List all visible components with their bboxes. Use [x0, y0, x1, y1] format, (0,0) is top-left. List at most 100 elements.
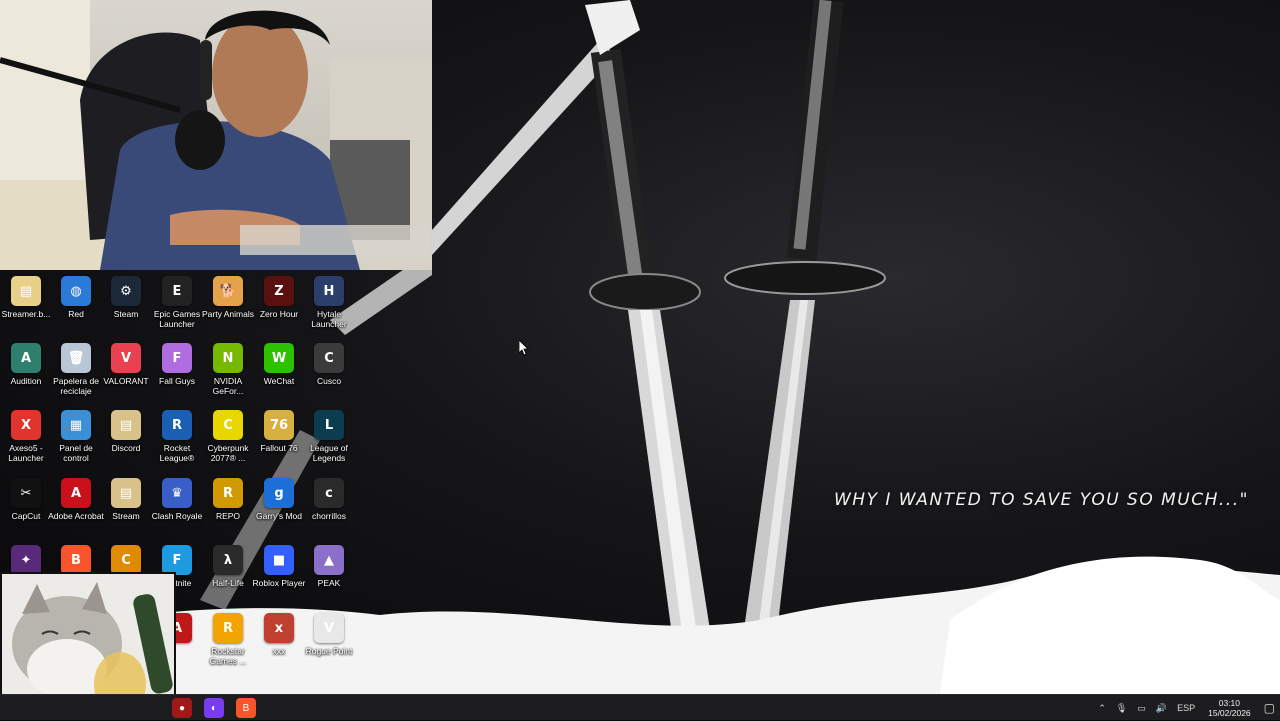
- chevron-up-icon[interactable]: ⌃: [1098, 703, 1106, 714]
- desktop-icon-label: Cyberpunk 2077® ...: [207, 443, 249, 463]
- app-icon: W: [264, 343, 294, 373]
- app-icon: V: [111, 343, 141, 373]
- taskbar: ● ◐ B ⌃ 🎙 ▭ 🔊 ESP 03:10 15/02/2026 ▢: [0, 694, 1280, 720]
- desktop-icon[interactable]: F Fall Guys: [151, 339, 203, 386]
- desktop-icon[interactable]: 🐕 Party Animals: [202, 272, 254, 319]
- app-icon: ✂: [11, 478, 41, 508]
- desktop-icon[interactable]: A Audition: [0, 339, 52, 386]
- app-icon: ◍: [61, 276, 91, 306]
- desktop-icon-label: xxx: [272, 646, 286, 656]
- desktop-icon[interactable]: 🗑 Papelera de reciclaje: [50, 339, 102, 396]
- desktop-icon-label: Adobe Acrobat: [48, 511, 104, 521]
- desktop-icon-label: Audition: [10, 376, 42, 386]
- app-icon: ■: [264, 545, 294, 575]
- app-icon: R: [213, 613, 243, 643]
- wallpaper-quote: WHY I WANTED TO SAVE YOU SO MUCH...": [834, 490, 1249, 510]
- desktop-icon-label: Stream: [112, 511, 140, 521]
- desktop-icon-label: Epic Games Launcher: [153, 309, 201, 329]
- desktop-icon[interactable]: V Rogue Point: [303, 609, 355, 656]
- app-icon: 76: [264, 410, 294, 440]
- app-icon: ▦: [61, 410, 91, 440]
- app-icon: λ: [213, 545, 243, 575]
- desktop-icon[interactable]: A Adobe Acrobat: [48, 474, 104, 521]
- desktop-icon-label: Clash Royale: [151, 511, 203, 521]
- app-icon: ⚙: [111, 276, 141, 306]
- desktop-icon[interactable]: ▤ Streamer.b...: [0, 272, 52, 319]
- desktop-icon[interactable]: ▤ Discord: [100, 406, 152, 453]
- desktop-icon[interactable]: R Rockstar Games ...: [202, 609, 254, 666]
- desktop-icon[interactable]: ♛ Clash Royale: [151, 474, 203, 521]
- desktop-icon-label: Half-Life: [212, 578, 244, 588]
- volume-icon[interactable]: 🔊: [1156, 703, 1167, 714]
- clock-date: 15/02/2026: [1208, 708, 1251, 718]
- app-icon: H: [314, 276, 344, 306]
- mouse-cursor-icon: [519, 340, 529, 356]
- notifications-icon[interactable]: ▢: [1264, 701, 1275, 715]
- desktop-icon[interactable]: 76 Fallout 76: [253, 406, 305, 453]
- desktop-icon-label: VALORANT: [103, 376, 149, 386]
- desktop-icon-label: Panel de control: [59, 443, 93, 463]
- app-icon: 🐕: [213, 276, 243, 306]
- app-icon: L: [314, 410, 344, 440]
- app-icon: R: [213, 478, 243, 508]
- desktop-icon-label: Red: [68, 309, 84, 319]
- desktop-icon-label: WeChat: [263, 376, 295, 386]
- clock[interactable]: 03:10 15/02/2026: [1208, 698, 1251, 718]
- desktop-icon[interactable]: x xxx: [253, 609, 305, 656]
- clock-time: 03:10: [1218, 698, 1241, 708]
- taskbar-app-messenger[interactable]: ◐: [204, 698, 224, 718]
- desktop-icon[interactable]: W WeChat: [253, 339, 305, 386]
- app-icon: E: [162, 276, 192, 306]
- desktop-icon[interactable]: ✂ CapCut: [0, 474, 52, 521]
- app-icon: R: [162, 410, 192, 440]
- desktop-icon-label: Rockstar Games ...: [209, 646, 247, 666]
- desktop-icon[interactable]: ◍ Red: [50, 272, 102, 319]
- desktop-icon-label: Hytale Launcher: [311, 309, 347, 329]
- desktop-icon[interactable]: E Epic Games Launcher: [151, 272, 203, 329]
- desktop-icon[interactable]: N NVIDIA GeFor...: [202, 339, 254, 396]
- app-icon: Z: [264, 276, 294, 306]
- microphone-icon[interactable]: 🎙: [1116, 703, 1127, 714]
- taskbar-app-brave[interactable]: B: [236, 698, 256, 718]
- app-icon: F: [162, 545, 192, 575]
- desktop-icon[interactable]: g Garry's Mod: [253, 474, 305, 521]
- app-icon: g: [264, 478, 294, 508]
- taskbar-app-app-a[interactable]: ●: [172, 698, 192, 718]
- desktop-icon[interactable]: ▤ Stream: [100, 474, 152, 521]
- desktop-icon[interactable]: ⚙ Steam: [100, 272, 152, 319]
- desktop-icon[interactable]: R Rocket League®: [151, 406, 203, 463]
- desktop-icon[interactable]: X Axeso5 - Launcher: [0, 406, 52, 463]
- desktop-icon-label: NVIDIA GeFor...: [212, 376, 244, 396]
- desktop-icon[interactable]: H Hytale Launcher: [303, 272, 355, 329]
- app-icon: ▤: [111, 410, 141, 440]
- desktop-icon-label: Rogue Point: [305, 646, 353, 656]
- desktop-icon-label: Party Animals: [202, 309, 254, 319]
- app-icon: ▲: [314, 545, 344, 575]
- desktop-icon-label: Steam: [113, 309, 139, 319]
- desktop-icon[interactable]: c chorrillos: [303, 474, 355, 521]
- app-icon: ✦: [11, 545, 41, 575]
- desktop-icon-label: Roblox Player: [252, 578, 306, 588]
- desktop-icon[interactable]: λ Half-Life: [202, 541, 254, 588]
- desktop-icon-label: Papelera de reciclaje: [53, 376, 99, 396]
- desktop-icon[interactable]: L League of Legends: [303, 406, 355, 463]
- desktop-icon-label: Fallout 76: [260, 443, 298, 453]
- desktop-icon-label: Streamer.b...: [1, 309, 51, 319]
- app-icon: V: [314, 613, 344, 643]
- desktop-icon[interactable]: Z Zero Hour: [253, 272, 305, 319]
- desktop-icon[interactable]: ■ Roblox Player: [253, 541, 305, 588]
- webcam-person-image: [0, 0, 432, 270]
- desktop-icon[interactable]: ▲ PEAK: [303, 541, 355, 588]
- language-indicator[interactable]: ESP: [1177, 703, 1195, 713]
- webcam-overlay: [0, 0, 432, 270]
- desktop-icon-label: Garry's Mod: [255, 511, 303, 521]
- desktop-icon[interactable]: V VALORANT: [100, 339, 152, 386]
- desktop-icon-label: League of Legends: [310, 443, 348, 463]
- desktop-icon[interactable]: R REPO: [202, 474, 254, 521]
- network-icon[interactable]: ▭: [1137, 703, 1146, 714]
- desktop-icon[interactable]: ▦ Panel de control: [50, 406, 102, 463]
- desktop-icon[interactable]: C Cusco: [303, 339, 355, 386]
- desktop-icon-label: Cusco: [316, 376, 342, 386]
- desktop-icon[interactable]: C Cyberpunk 2077® ...: [202, 406, 254, 463]
- desktop-icon-label: chorrillos: [311, 511, 346, 521]
